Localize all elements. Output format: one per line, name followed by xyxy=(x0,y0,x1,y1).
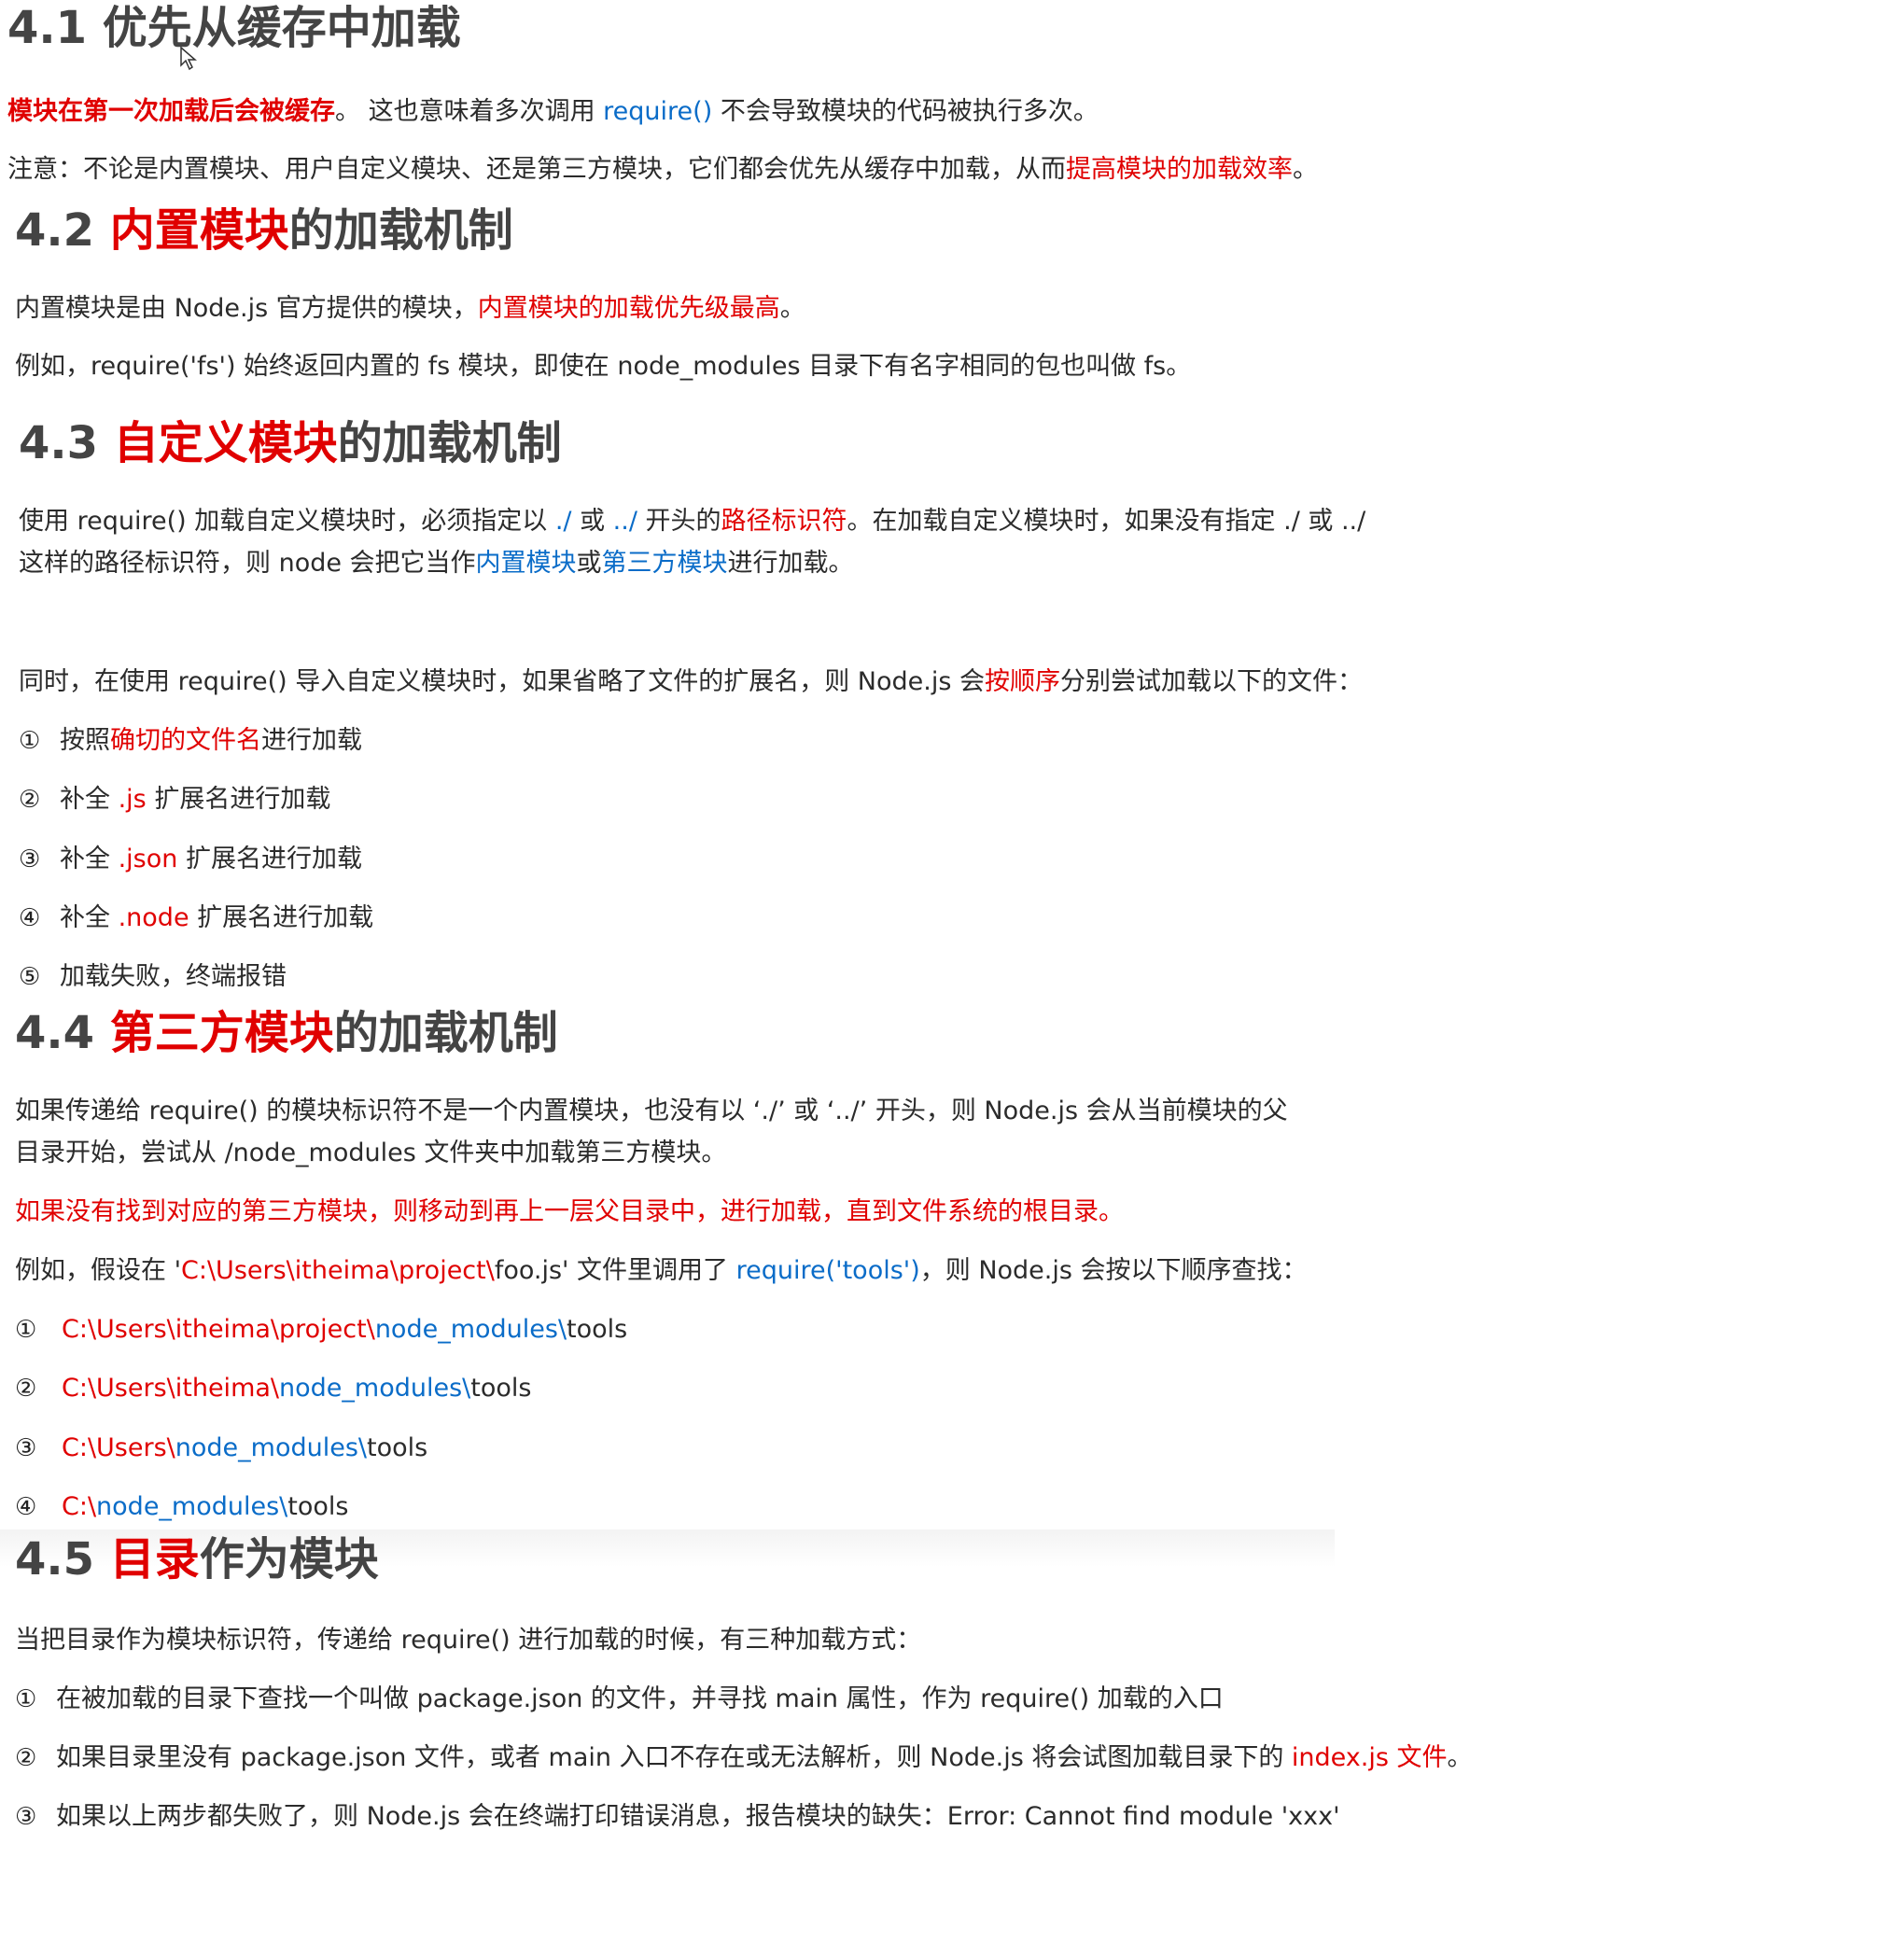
paragraph: 内置模块是由 Node.js 官方提供的模块，内置模块的加载优先级最高。 xyxy=(15,294,805,323)
list-item: ① 按照确切的文件名进行加载 xyxy=(19,726,362,755)
paragraph: 例如，假设在 'C:\Users\itheima\project\foo.js'… xyxy=(15,1256,1308,1285)
list-item: ② 补全 .js 扩展名进行加载 xyxy=(19,785,331,814)
section-4-2: 4.2 内置模块的加载机制 内置模块是由 Node.js 官方提供的模块，内置模… xyxy=(0,201,1241,408)
paragraph: 使用 require() 加载自定义模块时，必须指定以 ./ 或 ../ 开头的… xyxy=(19,507,1366,536)
paragraph: 当把目录作为模块标识符，传递给 require() 进行加载的时候，有三种加载方… xyxy=(15,1626,922,1655)
paragraph: 如果传递给 require() 的模块标识符不是一个内置模块，也没有以 ‘./’… xyxy=(15,1097,1288,1125)
paragraph: 目录开始，尝试从 /node_modules 文件夹中加载第三方模块。 xyxy=(15,1139,727,1167)
section-4-1: 4.1 优先从缓存中加载 模块在第一次加载后会被缓存。 这也意味着多次调用 re… xyxy=(0,0,1318,201)
list-item: ⑤ 加载失败，终端报错 xyxy=(19,962,287,991)
section-4-3: 4.3 自定义模块的加载机制 使用 require() 加载自定义模块时，必须指… xyxy=(0,408,1365,1005)
path-item: ① C:\Users\itheima\project\node_modules\t… xyxy=(15,1315,628,1344)
paragraph-highlight: 如果没有找到对应的第三方模块，则移动到再上一层父目录中，进行加载，直到文件系统的… xyxy=(15,1197,1124,1226)
section-title: 4.3 自定义模块的加载机制 xyxy=(19,417,562,469)
mouse-cursor-icon xyxy=(180,47,197,71)
section-4-4: 4.4 第三方模块的加载机制 如果传递给 require() 的模块标识符不是一… xyxy=(0,1005,1335,1530)
path-item: ③ C:\Users\node_modules\tools xyxy=(15,1433,428,1462)
section-4-5: 4.5 目录作为模块 当把目录作为模块标识符，传递给 require() 进行加… xyxy=(0,1530,1473,1837)
paragraph: 注意：不论是内置模块、用户自定义模块、还是第三方模块，它们都会优先从缓存中加载，… xyxy=(7,155,1318,184)
section-title: 4.2 内置模块的加载机制 xyxy=(15,204,513,257)
list-item: ④ 补全 .node 扩展名进行加载 xyxy=(19,903,374,932)
section-title: 4.5 目录作为模块 xyxy=(15,1533,379,1586)
paragraph: 同时，在使用 require() 导入自定义模块时，如果省略了文件的扩展名，则 … xyxy=(19,667,1364,696)
section-title: 4.1 优先从缓存中加载 xyxy=(7,2,461,54)
paragraph: 例如，require('fs') 始终返回内置的 fs 模块，即使在 node_… xyxy=(15,352,1192,381)
list-item: ① 在被加载的目录下查找一个叫做 package.json 的文件，并寻找 mai… xyxy=(15,1684,1224,1713)
paragraph: 模块在第一次加载后会被缓存。 这也意味着多次调用 require() 不会导致模… xyxy=(7,97,1099,126)
path-item: ④ C:\node_modules\tools xyxy=(15,1492,349,1521)
list-item: ② 如果目录里没有 package.json 文件，或者 main 入口不存在或无… xyxy=(15,1743,1473,1772)
list-item: ③ 补全 .json 扩展名进行加载 xyxy=(19,845,362,873)
paragraph: 这样的路径标识符，则 node 会把它当作内置模块或第三方模块进行加载。 xyxy=(19,549,854,578)
section-title: 4.4 第三方模块的加载机制 xyxy=(15,1007,558,1059)
list-item: ③ 如果以上两步都失败了，则 Node.js 会在终端打印错误消息，报告模块的缺失… xyxy=(15,1802,1340,1831)
path-item: ② C:\Users\itheima\node_modules\tools xyxy=(15,1374,532,1403)
